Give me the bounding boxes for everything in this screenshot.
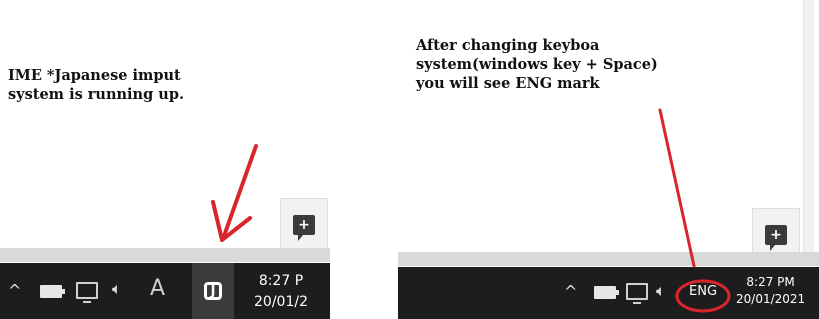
ime-japanese-icon: J	[204, 282, 222, 300]
taskbar-clock[interactable]: 8:27 PM 20/01/2021	[736, 275, 805, 306]
volume-icon[interactable]: 🔈︎	[112, 279, 122, 299]
right-annotation-text: After changing keyboa system(windows key…	[416, 37, 658, 92]
right-screenshot: After changing keyboa system(windows key…	[398, 0, 819, 319]
left-screenshot: IME *Japanese imput system is running up…	[0, 0, 330, 319]
battery-icon[interactable]	[40, 285, 65, 298]
ime-mode-indicator[interactable]: A	[150, 276, 165, 301]
window-bottom-strip	[0, 248, 330, 262]
network-icon[interactable]	[76, 282, 98, 303]
volume-icon[interactable]: 🔈︎	[656, 281, 666, 301]
taskbar: ^ 🔈︎ A J 8:27 P 20/01/2	[0, 263, 330, 319]
ime-toggle-button[interactable]: J	[192, 263, 234, 319]
window-right-edge	[803, 0, 814, 260]
clock-time: 8:27 P	[258, 273, 304, 289]
clock-time: 8:27 PM	[746, 275, 795, 289]
left-annotation-text: IME *Japanese imput system is running up…	[8, 67, 185, 103]
network-icon[interactable]	[626, 283, 648, 304]
clock-date: 20/01/2	[254, 294, 308, 310]
action-center-icon: +	[765, 225, 787, 251]
battery-icon[interactable]	[594, 286, 619, 299]
action-center-icon: +	[293, 215, 315, 241]
clock-date: 20/01/2021	[736, 292, 806, 306]
action-center-button[interactable]: +	[280, 198, 328, 252]
show-hidden-icons-chevron-icon[interactable]: ^	[8, 281, 21, 300]
taskbar-clock[interactable]: 8:27 P 20/01/2	[254, 273, 308, 310]
taskbar: ^ 🔈︎ ENG 8:27 PM 20/01/2021	[398, 267, 819, 319]
window-bottom-strip	[398, 252, 819, 266]
input-language-indicator[interactable]: ENG	[689, 284, 717, 299]
show-hidden-icons-chevron-icon[interactable]: ^	[564, 282, 577, 301]
